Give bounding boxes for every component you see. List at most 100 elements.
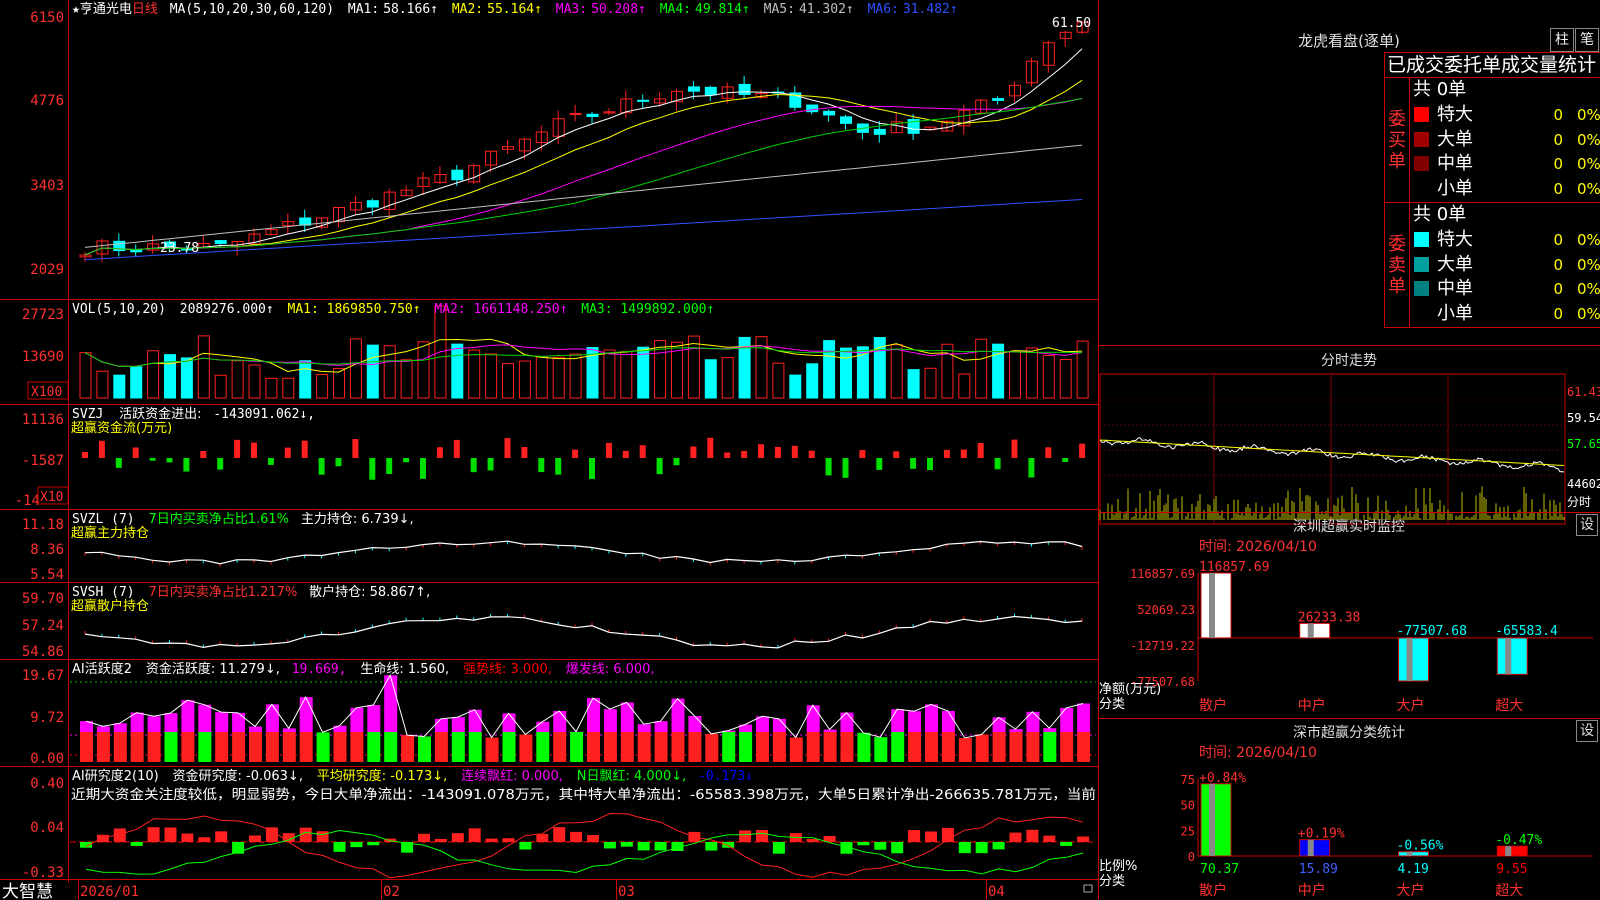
candle-body [992,98,1005,101]
order-stats-tabs[interactable]: 已成交委托单成交量统计 [1384,52,1600,78]
sell-row-medium[interactable]: 中单 0 0% [1411,277,1600,301]
data-label: 26233.38 [1298,610,1361,625]
intraday-tick: 57.65 [1567,437,1600,451]
ai1-bar-top [925,704,938,732]
ai1-bar-top [908,711,922,732]
ma-line-0 [84,48,1083,256]
ai2-bar [1009,832,1022,842]
ai1-bar-top [1077,703,1091,732]
svsh-title: SVSH (7) 7日内买卖净占比1.217% 散户持仓: 58.867↑, [72,584,430,600]
svzj-bar [893,451,900,458]
ai1-bar-base [181,732,195,762]
ai1-bar-top [96,726,110,732]
volume-bar [1076,340,1089,399]
sz-stats-settings-button[interactable]: 设 [1576,720,1598,742]
svsh-subtitle: 超赢散户持仓 [71,598,149,614]
buy-row-small[interactable]: 小单 0 0% [1411,177,1600,201]
volume-bar [806,363,819,399]
svzj-bar [251,442,257,458]
volume-bar [96,370,109,399]
kline-chart-area[interactable]: 6150 4776 3403 2029 27723 13690 11136 -1… [0,0,1099,900]
volume-bar [958,373,971,399]
ai1-bar-top [249,726,262,732]
volume-ma-line [84,344,1083,367]
ai1-bar-base [975,734,989,762]
ai1-bar-base [992,732,1006,762]
intraday-chart[interactable]: 61.43 59.54 57.65 44602 分时 [1099,370,1600,530]
svzj-bar [352,439,359,458]
star-icon: ★ [72,2,80,17]
ai1-bar-base [857,732,871,762]
ai1-bar-base [215,732,229,762]
ai1-bar-base [519,734,533,762]
sz-monitor-settings-button[interactable]: 设 [1576,514,1598,536]
ai1-bar-top [1060,707,1074,732]
svzj-bar [825,458,832,476]
volume-bar [772,362,785,399]
svzj-bar [149,458,156,461]
y-tick: 50 [1181,799,1195,813]
ai1-bar-top [840,712,854,732]
ai2-bar [705,842,718,851]
candle-body [366,200,379,208]
ai1-bar-top [164,713,178,732]
svzj-bar [639,445,646,458]
sell-row-super[interactable]: 特大 0 0% [1411,228,1600,252]
ai1-bar-base [232,732,246,762]
low-price-label: 23.78 [160,241,199,256]
ai2-bar [485,838,498,842]
category-bar-shade [1307,839,1314,856]
svzj-bar [183,458,190,472]
ai2-bar [654,842,667,851]
ai2-bar [316,831,329,842]
ma5-value: 41.302↑ [799,2,854,17]
volume-bar [79,352,92,399]
svzj-bar [335,458,342,467]
bar-mode-button[interactable]: 柱 [1550,28,1574,52]
volume-bar [687,335,700,399]
ma5-label: MA5: [764,2,795,17]
svzj-bar [605,442,612,458]
sell-row-large[interactable]: 大单 0 0% [1411,253,1600,277]
ma-params: MA(5,10,20,30,60,120) [170,2,334,17]
ai1-bar-base [485,737,499,762]
volume-bar [721,357,734,399]
lock-icon[interactable] [1083,884,1093,893]
y-tick: 116857.69 [1130,567,1195,581]
svzj-bar [622,450,629,458]
tick-mode-button[interactable]: 笔 [1575,28,1599,52]
ai1-bar-base [1009,732,1023,762]
data-label: -0.56% [1397,839,1444,854]
svzj-bar [994,458,1001,470]
buy-row-large[interactable]: 大单 0 0% [1411,128,1600,152]
ai1-bar-top [113,723,127,732]
volume-bar [941,343,954,399]
ai1-bar-base [502,732,516,762]
ma1-label: MA1: [348,2,379,17]
ai1-bar-base [147,732,161,762]
volume-bar [975,338,988,399]
svsh-tick: 59.70 [22,591,64,607]
legend-swatch [1414,107,1429,122]
ai1-bar-top [587,698,600,732]
svzj-bar [284,447,291,458]
svsh-tick: 57.24 [22,618,64,634]
ma-line-1 [84,79,1083,256]
sell-row-small[interactable]: 小单 0 0% [1411,302,1600,326]
sz-stats-title: 深市超赢分类统计 [1293,725,1405,741]
ai2-bar [756,829,768,842]
volume-bar [349,338,362,399]
category-label: 超大 [1495,698,1523,714]
ai2-bar [181,833,194,842]
category-label: 中户 [1298,697,1326,714]
ai1-bar-base [553,732,567,762]
buy-row-medium[interactable]: 中单 0 0% [1411,152,1600,176]
svzj-bar [943,449,950,458]
svzj-bar [707,437,714,458]
svzj-bar [1062,458,1069,462]
candle-body [451,169,464,181]
ai2-bar [1060,842,1073,846]
buy-row-super[interactable]: 特大 0 0% [1411,103,1600,127]
data-label: -77507.68 [1397,624,1467,639]
candle-body [823,110,836,116]
